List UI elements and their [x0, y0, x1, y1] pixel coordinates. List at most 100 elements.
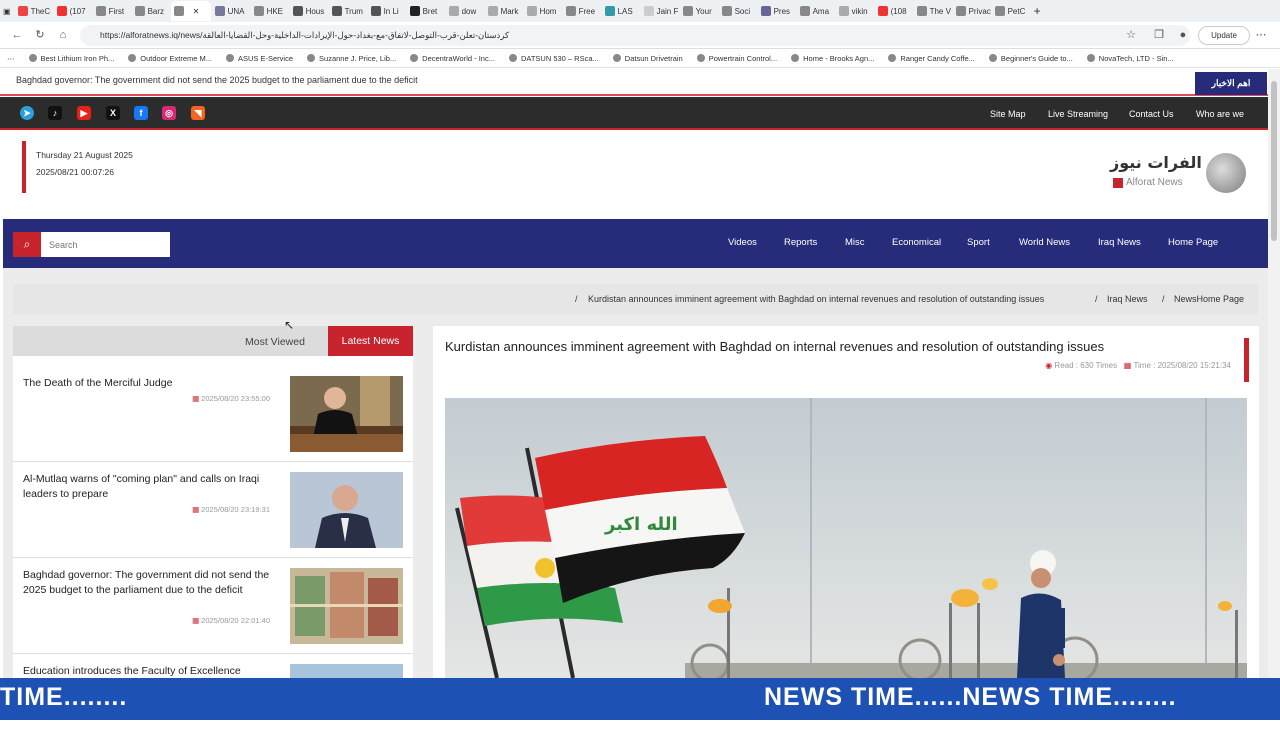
bookmark-favicon-icon — [226, 54, 234, 62]
favorite-star-icon[interactable]: ☆ — [1124, 28, 1138, 42]
browser-tab[interactable]: Ama — [797, 1, 835, 21]
browser-tab[interactable]: (107 — [54, 1, 92, 21]
browser-tab[interactable]: HKE — [251, 1, 289, 21]
list-item[interactable]: Baghdad governor: The government did not… — [13, 558, 413, 654]
collections-icon[interactable]: ❐ — [1152, 28, 1166, 42]
news-thumbnail[interactable] — [290, 664, 403, 678]
search-input[interactable] — [41, 232, 170, 257]
browser-tab[interactable]: (108 — [875, 1, 913, 21]
browser-tab[interactable]: Trum — [329, 1, 367, 21]
browser-tab[interactable]: Pres — [758, 1, 796, 21]
browser-tab[interactable]: Mark — [485, 1, 523, 21]
tab-latest-news[interactable]: Latest News — [328, 326, 413, 356]
profile-icon[interactable]: ● — [1176, 28, 1190, 42]
youtube-icon[interactable]: ▶ — [77, 106, 91, 120]
update-button[interactable]: Update — [1198, 26, 1250, 45]
bookmark-item[interactable]: Ranger Candy Coffe... — [888, 54, 975, 63]
bookmark-item[interactable]: Suzanne J. Price, Lib... — [307, 54, 396, 63]
refresh-icon[interactable]: ↻ — [33, 28, 47, 42]
browser-tab[interactable]: LAS — [602, 1, 640, 21]
nav-sport[interactable]: Sport — [967, 237, 990, 248]
bookmark-item[interactable]: Home - Brooks Agn... — [791, 54, 874, 63]
bookmark-item[interactable]: Best Lithium Iron Ph... — [28, 54, 114, 63]
bookmark-item[interactable]: NovaTech, LTD - Sin... — [1086, 54, 1174, 63]
browser-tab[interactable]: Soci — [719, 1, 757, 21]
news-item-title[interactable]: Education introduces the Faculty of Exce… — [23, 664, 283, 679]
logo-arabic[interactable]: الفرات نيوز — [1110, 153, 1202, 172]
browser-tab[interactable]: Jain F — [641, 1, 679, 21]
bookmark-item[interactable]: ASUS E-Service — [226, 54, 293, 63]
news-thumbnail[interactable] — [290, 472, 403, 548]
top-link-contact-us[interactable]: Contact Us — [1129, 109, 1174, 119]
browser-tab[interactable]: Privacy ar — [953, 1, 991, 21]
browser-tab[interactable]: dow — [446, 1, 484, 21]
top-link-site-map[interactable]: Site Map — [990, 109, 1026, 119]
news-item-title[interactable]: The Death of the Merciful Judge — [23, 376, 273, 391]
rss-icon[interactable]: ◥ — [191, 106, 205, 120]
facebook-icon[interactable]: f — [134, 106, 148, 120]
news-thumbnail[interactable] — [290, 376, 403, 452]
breadcrumb-section[interactable]: Iraq News — [1107, 294, 1148, 304]
breadcrumb-article[interactable]: Kurdistan announces imminent agreement w… — [588, 294, 1044, 304]
browser-tab[interactable]: Free — [563, 1, 601, 21]
list-item[interactable]: Al-Mutlaq warns of "coming plan" and cal… — [13, 462, 413, 558]
more-menu-icon[interactable]: ⋯ — [1254, 28, 1268, 42]
news-thumbnail[interactable] — [290, 568, 403, 644]
browser-tab[interactable]: Your — [680, 1, 718, 21]
x-icon[interactable]: X — [106, 106, 120, 120]
top-link-who-are-we[interactable]: Who are we — [1196, 109, 1244, 119]
article-photo[interactable]: الله اكبر — [445, 398, 1247, 678]
nav-world-news[interactable]: World News — [1019, 237, 1070, 248]
close-tab-icon[interactable]: ✕ — [193, 7, 200, 16]
instagram-icon[interactable]: ◎ — [162, 106, 176, 120]
date-accent-bar — [22, 141, 26, 193]
nav-videos[interactable]: Videos — [728, 237, 757, 248]
search-button[interactable]: ⌕ — [13, 232, 41, 257]
browser-tab[interactable]: vikin — [836, 1, 874, 21]
nav-iraq-news[interactable]: Iraq News — [1098, 237, 1141, 248]
nav-misc[interactable]: Misc — [845, 237, 865, 248]
bookmark-item[interactable]: Datsun Drivetrain — [612, 54, 683, 63]
logo-globe-icon[interactable] — [1206, 153, 1246, 193]
news-item-title[interactable]: Al-Mutlaq warns of "coming plan" and cal… — [23, 472, 273, 502]
browser-tab[interactable]: Barz — [132, 1, 170, 21]
list-item[interactable]: The Death of the Merciful Judge ▦ 2025/08… — [13, 366, 413, 462]
breadcrumb-home[interactable]: NewsHome Page — [1174, 294, 1244, 304]
bookmark-label: Home - Brooks Agn... — [803, 53, 875, 63]
browser-tab[interactable]: Hous — [290, 1, 328, 21]
browser-tab[interactable]: First — [93, 1, 131, 21]
bookmarks-more-icon[interactable]: ⋯ — [7, 54, 15, 63]
bookmark-favicon-icon — [128, 54, 137, 62]
home-icon[interactable]: ⌂ — [56, 28, 70, 42]
browser-tab[interactable]: Hom — [524, 1, 562, 21]
url-field[interactable]: https://alforatnews.iq/news/كردستان-تعلن… — [80, 25, 1190, 46]
page-scrollbar[interactable] — [1268, 69, 1280, 678]
tab-favicon-icon — [877, 6, 888, 16]
bookmark-item[interactable]: Beginner's Guide to... — [988, 54, 1073, 63]
bookmark-item[interactable]: Powertrain Control... — [696, 54, 777, 63]
bookmark-item[interactable]: DecentraWorld - Inc... — [410, 54, 495, 63]
telegram-icon[interactable]: ➤ — [20, 106, 34, 120]
top-link-live-streaming[interactable]: Live Streaming — [1048, 109, 1108, 119]
tab-actions-icon[interactable]: ▣ — [0, 1, 14, 21]
browser-tab[interactable]: UNA — [212, 1, 250, 21]
tab-most-viewed[interactable]: Most Viewed — [245, 336, 305, 348]
bookmark-item[interactable]: Outdoor Extreme M... — [128, 54, 212, 63]
logo-english[interactable]: Alforat News — [1126, 177, 1183, 188]
nav-economical[interactable]: Economical — [892, 237, 941, 248]
bookmark-item[interactable]: DATSUN 530 – RSca... — [508, 54, 599, 63]
browser-tab[interactable]: ✕ — [170, 1, 211, 21]
new-tab-icon[interactable]: + — [1031, 1, 1044, 21]
browser-tab[interactable]: In Li — [368, 1, 406, 21]
browser-tab[interactable]: Bret — [407, 1, 445, 21]
back-icon[interactable]: ← — [10, 28, 24, 42]
browser-tab[interactable]: The V — [914, 1, 952, 21]
news-item-title[interactable]: Baghdad governor: The government did not… — [23, 568, 273, 598]
browser-tab[interactable]: TheC — [15, 1, 53, 21]
nav-reports[interactable]: Reports — [784, 237, 817, 248]
nav-home-page[interactable]: Home Page — [1168, 237, 1218, 248]
scrollbar-thumb[interactable] — [1271, 81, 1277, 241]
tiktok-icon[interactable]: ♪ — [48, 106, 62, 120]
browser-tab[interactable]: PetC — [992, 1, 1030, 21]
ticker-headline[interactable]: Baghdad governor: The government did not… — [16, 75, 418, 85]
